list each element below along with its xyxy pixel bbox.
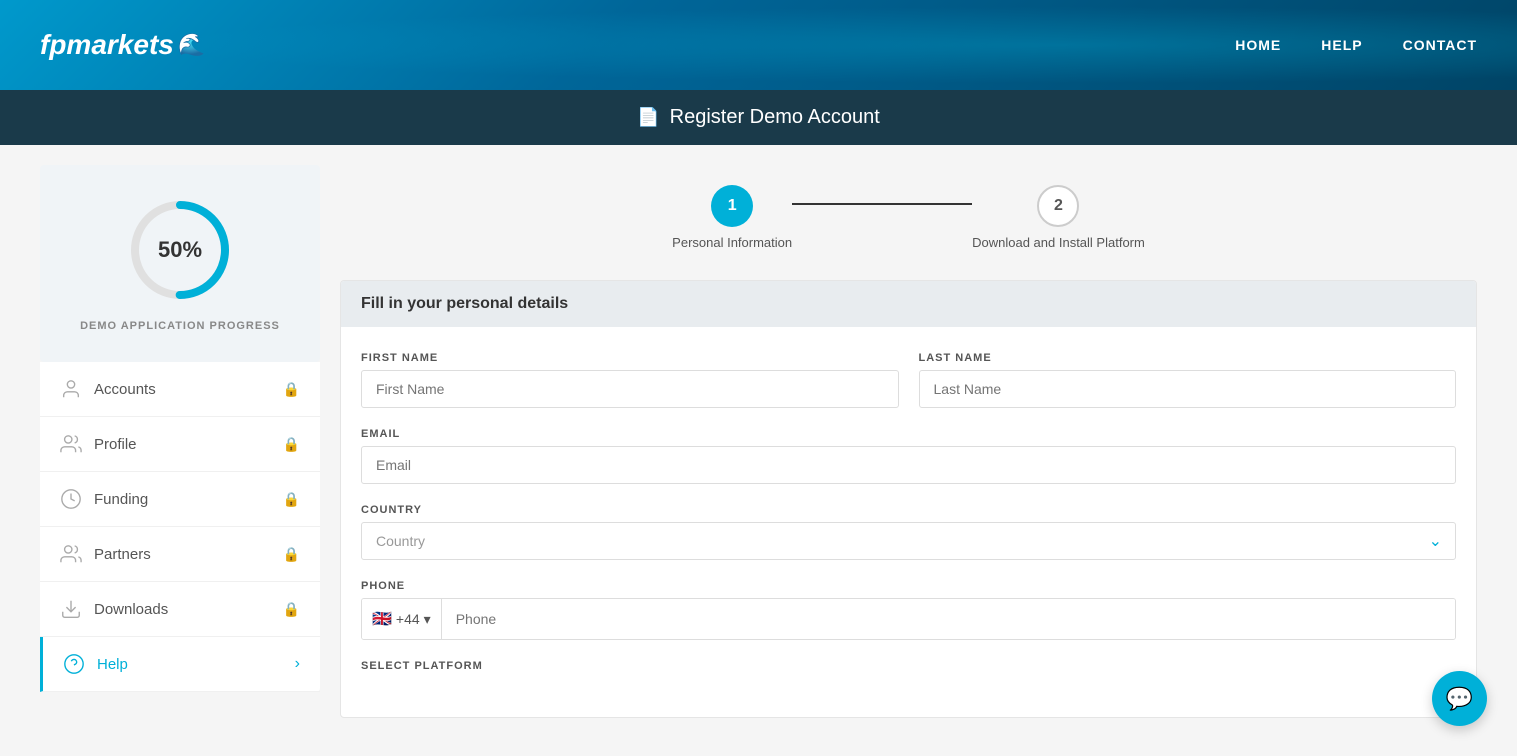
step-1: 1 Personal Information: [672, 185, 792, 250]
sidebar-label-partners: Partners: [94, 546, 151, 563]
first-name-group: FIRST NAME: [361, 352, 899, 408]
partners-icon: [60, 543, 82, 565]
progress-card: 50% DEMO APPLICATION PROGRESS: [40, 165, 320, 362]
country-group: COUNTRY Country ⌄: [361, 504, 1456, 560]
downloads-icon: [60, 598, 82, 620]
chevron-right-icon: ›: [295, 655, 300, 673]
chat-icon: 💬: [1446, 686, 1473, 712]
lock-icon-accounts: 🔒: [283, 381, 300, 398]
sidebar-menu: Accounts 🔒 Profile 🔒: [40, 362, 320, 692]
last-name-input[interactable]: [919, 370, 1457, 408]
step-2: 2 Download and Install Platform: [972, 185, 1145, 250]
sidebar-item-downloads[interactable]: Downloads 🔒: [40, 582, 320, 637]
sub-header: 📄 Register Demo Account: [0, 90, 1517, 145]
sidebar: 50% DEMO APPLICATION PROGRESS Accounts 🔒: [40, 165, 320, 718]
first-name-label: FIRST NAME: [361, 352, 899, 364]
phone-label: PHONE: [361, 580, 1456, 592]
country-row: COUNTRY Country ⌄: [361, 504, 1456, 560]
form-header: Fill in your personal details: [341, 281, 1476, 327]
phone-code: +44: [396, 611, 420, 627]
lock-icon-downloads: 🔒: [283, 601, 300, 618]
steps-indicator: 1 Personal Information 2 Download and In…: [340, 165, 1477, 280]
sidebar-item-funding[interactable]: Funding 🔒: [40, 472, 320, 527]
sidebar-label-funding: Funding: [94, 491, 148, 508]
lock-icon-funding: 🔒: [283, 491, 300, 508]
country-label: COUNTRY: [361, 504, 1456, 516]
accounts-icon: [60, 378, 82, 400]
logo[interactable]: fpmarkets 🌊: [40, 29, 205, 61]
progress-percent: 50%: [158, 237, 202, 263]
page-title: Register Demo Account: [670, 106, 880, 129]
funding-icon: [60, 488, 82, 510]
step-connector: [792, 203, 972, 205]
phone-prefix-selector[interactable]: 🇬🇧 +44 ▾: [362, 599, 442, 639]
logo-wave-icon: 🌊: [178, 32, 205, 58]
content-area: 1 Personal Information 2 Download and In…: [340, 165, 1477, 718]
form-body: FIRST NAME LAST NAME EMAIL: [341, 327, 1476, 717]
step-2-label: Download and Install Platform: [972, 235, 1145, 250]
step-1-circle: 1: [711, 185, 753, 227]
platform-label: SELECT PLATFORM: [361, 660, 1456, 672]
step-2-number: 2: [1054, 197, 1063, 215]
main-nav: HOME HELP CONTACT: [1235, 37, 1477, 53]
sidebar-label-accounts: Accounts: [94, 381, 156, 398]
form-card: Fill in your personal details FIRST NAME…: [340, 280, 1477, 718]
platform-row: SELECT PLATFORM: [361, 660, 1456, 672]
nav-home[interactable]: HOME: [1235, 37, 1281, 53]
progress-label: DEMO APPLICATION PROGRESS: [80, 320, 280, 332]
sidebar-item-help[interactable]: Help ›: [40, 637, 320, 692]
sidebar-item-partners[interactable]: Partners 🔒: [40, 527, 320, 582]
phone-input-row: 🇬🇧 +44 ▾: [361, 598, 1456, 640]
lock-icon-partners: 🔒: [283, 546, 300, 563]
nav-contact[interactable]: CONTACT: [1403, 37, 1477, 53]
first-name-input[interactable]: [361, 370, 899, 408]
chat-button[interactable]: 💬: [1432, 671, 1487, 726]
country-select-wrapper: Country ⌄: [361, 522, 1456, 560]
step-1-label: Personal Information: [672, 235, 792, 250]
email-input[interactable]: [361, 446, 1456, 484]
last-name-group: LAST NAME: [919, 352, 1457, 408]
platform-group: SELECT PLATFORM: [361, 660, 1456, 672]
step-2-circle: 2: [1037, 185, 1079, 227]
register-icon: 📄: [637, 107, 659, 128]
main-header: fpmarkets 🌊 HOME HELP CONTACT: [0, 0, 1517, 90]
last-name-label: LAST NAME: [919, 352, 1457, 364]
step-1-number: 1: [728, 197, 737, 215]
phone-flag: 🇬🇧: [372, 609, 392, 629]
sidebar-item-profile[interactable]: Profile 🔒: [40, 417, 320, 472]
phone-dropdown-icon: ▾: [424, 611, 431, 628]
sidebar-label-downloads: Downloads: [94, 601, 168, 618]
phone-row: PHONE 🇬🇧 +44 ▾: [361, 580, 1456, 640]
email-label: EMAIL: [361, 428, 1456, 440]
email-group: EMAIL: [361, 428, 1456, 484]
profile-icon: [60, 433, 82, 455]
lock-icon-profile: 🔒: [283, 436, 300, 453]
phone-number-input[interactable]: [442, 599, 1455, 639]
sidebar-label-profile: Profile: [94, 436, 137, 453]
phone-group: PHONE 🇬🇧 +44 ▾: [361, 580, 1456, 640]
main-content: 50% DEMO APPLICATION PROGRESS Accounts 🔒: [0, 145, 1517, 738]
nav-help[interactable]: HELP: [1321, 37, 1362, 53]
name-row: FIRST NAME LAST NAME: [361, 352, 1456, 408]
email-row: EMAIL: [361, 428, 1456, 484]
logo-text: fpmarkets: [40, 29, 174, 61]
sidebar-label-help: Help: [97, 656, 128, 673]
country-select[interactable]: Country: [361, 522, 1456, 560]
help-icon: [63, 653, 85, 675]
progress-ring: 50%: [125, 195, 235, 305]
sidebar-item-accounts[interactable]: Accounts 🔒: [40, 362, 320, 417]
